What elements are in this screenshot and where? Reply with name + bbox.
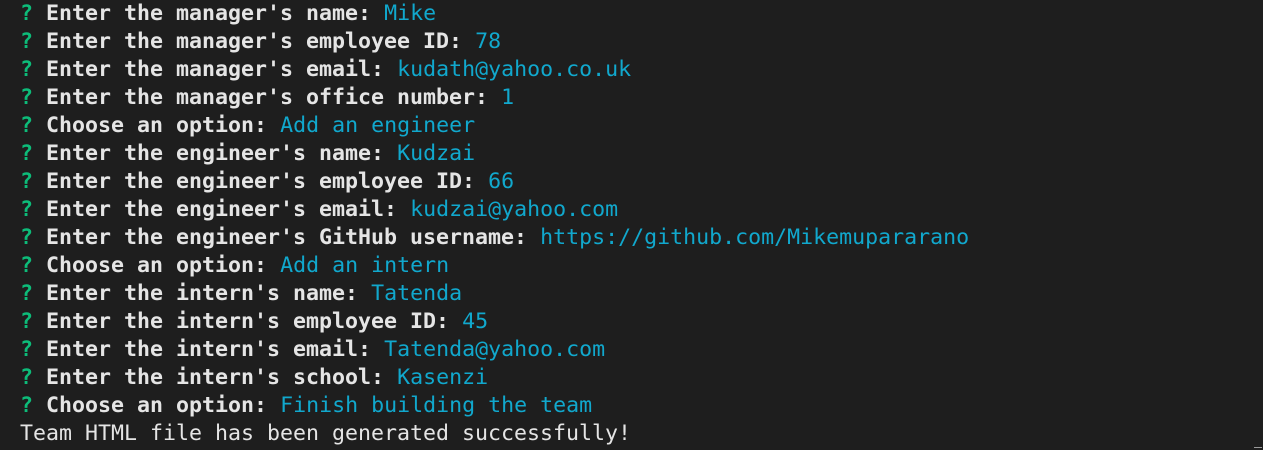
- question-mark-icon: ?: [20, 141, 34, 166]
- question-mark-icon: ?: [20, 197, 34, 222]
- question-mark-icon: ?: [20, 29, 34, 54]
- terminal-panel[interactable]: ? Enter the manager's name: Mike ? Enter…: [0, 0, 1263, 450]
- prompt-line: ? Enter the manager's employee ID: 78: [20, 28, 501, 56]
- question-mark-icon: ?: [20, 337, 34, 362]
- question-mark-icon: ?: [20, 253, 34, 278]
- prompt-line: ? Enter the manager's name: Mike: [20, 0, 436, 28]
- answer-text: Kasenzi: [397, 365, 489, 390]
- question-mark-icon: ?: [20, 225, 34, 250]
- prompt-text: Choose an option:: [46, 393, 268, 418]
- prompt-line: ? Enter the engineer's employee ID: 66: [20, 168, 514, 196]
- answer-text: Add an intern: [280, 253, 450, 278]
- answer-text: kudath@yahoo.co.uk: [397, 57, 632, 82]
- question-mark-icon: ?: [20, 57, 34, 82]
- answer-text: Finish building the team: [280, 393, 593, 418]
- question-mark-icon: ?: [20, 85, 34, 110]
- scrollbar-corner: [1254, 447, 1262, 448]
- answer-text: Add an engineer: [280, 113, 476, 138]
- answer-text: 78: [475, 29, 502, 54]
- prompt-text: Choose an option:: [46, 253, 268, 278]
- question-mark-icon: ?: [20, 393, 34, 418]
- prompt-line: ? Enter the intern's employee ID: 45: [20, 308, 488, 336]
- prompt-text: Enter the engineer's employee ID:: [46, 169, 476, 194]
- question-mark-icon: ?: [20, 169, 34, 194]
- question-mark-icon: ?: [20, 281, 34, 306]
- answer-text: Tatenda: [371, 281, 463, 306]
- prompt-line: ? Choose an option: Add an engineer: [20, 112, 475, 140]
- answer-text: 66: [488, 169, 515, 194]
- answer-text: kudzai@yahoo.com: [410, 197, 619, 222]
- answer-text: 45: [462, 309, 489, 334]
- prompt-text: Enter the manager's email:: [46, 57, 385, 82]
- prompt-line: ? Enter the intern's email: Tatenda@yaho…: [20, 336, 605, 364]
- prompt-line: ? Enter the intern's school: Kasenzi: [20, 364, 488, 392]
- answer-text: Tatenda@yahoo.com: [384, 337, 606, 362]
- success-message: Team HTML file has been generated succes…: [20, 421, 632, 446]
- prompt-text: Enter the intern's email:: [46, 337, 372, 362]
- prompt-line: ? Choose an option: Finish building the …: [20, 392, 592, 420]
- answer-text: Kudzai: [397, 141, 476, 166]
- prompt-line: ? Enter the engineer's email: kudzai@yah…: [20, 196, 618, 224]
- prompt-text: Enter the intern's employee ID:: [46, 309, 450, 334]
- answer-text: https://github.com/Mikemupararano: [540, 225, 970, 250]
- prompt-text: Enter the intern's school:: [46, 365, 385, 390]
- prompt-text: Enter the intern's name:: [46, 281, 359, 306]
- prompt-text: Enter the engineer's GitHub username:: [46, 225, 528, 250]
- question-mark-icon: ?: [20, 1, 34, 26]
- prompt-line: ? Enter the intern's name: Tatenda: [20, 280, 462, 308]
- prompt-text: Enter the manager's name:: [46, 1, 372, 26]
- prompt-text: Choose an option:: [46, 113, 268, 138]
- prompt-text: Enter the engineer's email:: [46, 197, 398, 222]
- prompt-line: ? Enter the engineer's GitHub username: …: [20, 224, 969, 252]
- prompt-line: ? Enter the manager's email: kudath@yaho…: [20, 56, 631, 84]
- answer-text: 1: [501, 85, 515, 110]
- prompt-text: Enter the engineer's name:: [46, 141, 385, 166]
- question-mark-icon: ?: [20, 113, 34, 138]
- answer-text: Mike: [384, 1, 437, 26]
- prompt-text: Enter the manager's employee ID:: [46, 29, 463, 54]
- question-mark-icon: ?: [20, 365, 34, 390]
- question-mark-icon: ?: [20, 309, 34, 334]
- prompt-text: Enter the manager's office number:: [46, 85, 489, 110]
- prompt-line: ? Choose an option: Add an intern: [20, 252, 449, 280]
- prompt-line: ? Enter the engineer's name: Kudzai: [20, 140, 475, 168]
- prompt-line: ? Enter the manager's office number: 1: [20, 84, 514, 112]
